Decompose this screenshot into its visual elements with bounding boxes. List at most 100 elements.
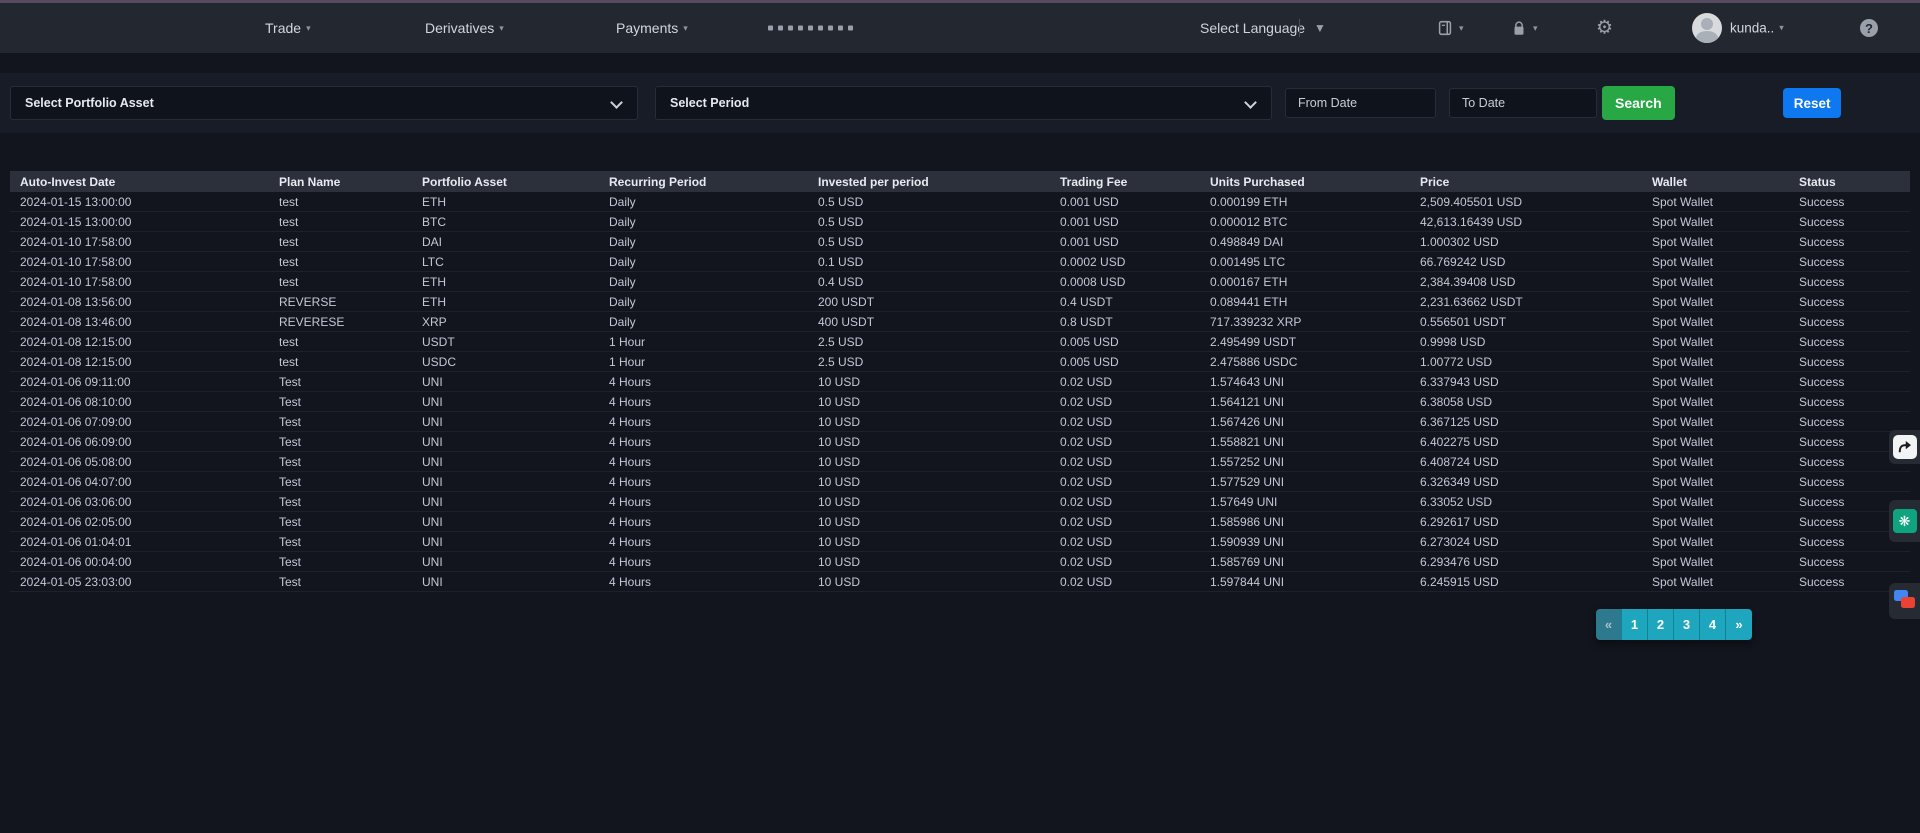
- table-cell: 2024-01-15 13:00:00: [10, 215, 269, 229]
- chatgpt-extension-widget[interactable]: ❋: [1889, 500, 1920, 542]
- table-cell: 6.292617 USD: [1410, 515, 1642, 529]
- apps-grid-icon[interactable]: [768, 26, 853, 31]
- language-selector[interactable]: Select Language: [1200, 20, 1305, 36]
- table-cell: 2024-01-06 03:06:00: [10, 495, 269, 509]
- table-cell: 0.000012 BTC: [1200, 215, 1410, 229]
- orders-book-menu[interactable]: ▾: [1436, 19, 1464, 37]
- table-cell: 0.0008 USD: [1050, 275, 1200, 289]
- portfolio-asset-select[interactable]: Select Portfolio Asset: [10, 86, 638, 120]
- pagination-prev-button[interactable]: «: [1596, 609, 1622, 640]
- pagination-page-4-button[interactable]: 4: [1700, 609, 1726, 640]
- table-cell: 2,231.63662 USDT: [1410, 295, 1642, 309]
- table-cell: Success: [1789, 315, 1910, 329]
- table-cell: 0.02 USD: [1050, 515, 1200, 529]
- period-select[interactable]: Select Period: [655, 86, 1272, 120]
- pagination-page-2-button[interactable]: 2: [1648, 609, 1674, 640]
- table-cell: 2024-01-10 17:58:00: [10, 255, 269, 269]
- table-cell: 10 USD: [808, 435, 1050, 449]
- table-cell: 2024-01-06 04:07:00: [10, 475, 269, 489]
- table-cell: 10 USD: [808, 415, 1050, 429]
- search-button[interactable]: Search: [1602, 86, 1675, 120]
- table-cell: 6.337943 USD: [1410, 375, 1642, 389]
- pagination-next-button[interactable]: »: [1726, 609, 1752, 640]
- help-icon: ?: [1860, 19, 1878, 37]
- table-cell: Spot Wallet: [1642, 335, 1789, 349]
- table-cell: 2.5 USD: [808, 335, 1050, 349]
- table-cell: 1.564121 UNI: [1200, 395, 1410, 409]
- wallet-bag-menu[interactable]: ▾: [1510, 19, 1538, 37]
- to-date-input[interactable]: [1449, 88, 1597, 118]
- settings-control[interactable]: ⚙: [1596, 19, 1613, 38]
- table-cell: 6.38058 USD: [1410, 395, 1642, 409]
- table-row: 2024-01-05 23:03:00TestUNI4 Hours10 USD0…: [10, 572, 1910, 592]
- table-row: 2024-01-06 09:11:00TestUNI4 Hours10 USD0…: [10, 372, 1910, 392]
- table-cell: test: [269, 195, 412, 209]
- reset-button[interactable]: Reset: [1783, 88, 1842, 118]
- column-header: Price: [1410, 175, 1642, 189]
- table-cell: 717.339232 XRP: [1200, 315, 1410, 329]
- table-cell: 10 USD: [808, 575, 1050, 589]
- table-cell: 6.408724 USD: [1410, 455, 1642, 469]
- table-cell: Spot Wallet: [1642, 295, 1789, 309]
- pagination-page-1-button[interactable]: 1: [1622, 609, 1648, 640]
- chat-bubbles-extension-widget[interactable]: [1889, 583, 1920, 619]
- table-cell: UNI: [412, 495, 599, 509]
- table-cell: ETH: [412, 295, 599, 309]
- language-dropdown-trigger[interactable]: ▼: [1314, 21, 1326, 35]
- table-cell: 0.005 USD: [1050, 335, 1200, 349]
- nav-menu-trade[interactable]: Trade ▾: [265, 20, 311, 36]
- table-cell: Daily: [599, 235, 808, 249]
- table-cell: Success: [1789, 555, 1910, 569]
- table-cell: 10 USD: [808, 475, 1050, 489]
- share-icon: [1893, 435, 1917, 459]
- table-cell: 0.5 USD: [808, 215, 1050, 229]
- table-cell: 0.5 USD: [808, 235, 1050, 249]
- table-cell: 0.000167 ETH: [1200, 275, 1410, 289]
- table-cell: Spot Wallet: [1642, 355, 1789, 369]
- table-cell: 1.577529 UNI: [1200, 475, 1410, 489]
- table-cell: 2024-01-10 17:58:00: [10, 235, 269, 249]
- table-cell: 0.4 USDT: [1050, 295, 1200, 309]
- username-label: kunda..: [1730, 21, 1774, 36]
- table-cell: 1 Hour: [599, 335, 808, 349]
- table-cell: 6.367125 USD: [1410, 415, 1642, 429]
- table-cell: 1.00772 USD: [1410, 355, 1642, 369]
- table-cell: Spot Wallet: [1642, 555, 1789, 569]
- pagination-page-3-button[interactable]: 3: [1674, 609, 1700, 640]
- user-menu[interactable]: kunda.. ▾: [1730, 21, 1784, 36]
- column-header: Status: [1789, 175, 1910, 189]
- table-cell: Test: [269, 575, 412, 589]
- table-cell: UNI: [412, 435, 599, 449]
- nav-menu-derivatives[interactable]: Derivatives ▾: [425, 20, 504, 36]
- table-cell: 6.245915 USD: [1410, 575, 1642, 589]
- bag-icon: [1510, 19, 1528, 37]
- table-cell: 0.556501 USDT: [1410, 315, 1642, 329]
- table-cell: 0.02 USD: [1050, 395, 1200, 409]
- table-cell: 2,509.405501 USD: [1410, 195, 1642, 209]
- table-cell: Success: [1789, 195, 1910, 209]
- help-control[interactable]: ?: [1860, 19, 1878, 37]
- table-cell: 4 Hours: [599, 535, 808, 549]
- table-cell: 2024-01-08 12:15:00: [10, 335, 269, 349]
- table-cell: Test: [269, 555, 412, 569]
- nav-menu-payments-label: Payments: [616, 20, 678, 36]
- table-cell: 1.557252 UNI: [1200, 455, 1410, 469]
- book-icon: [1436, 19, 1454, 37]
- table-cell: 4 Hours: [599, 395, 808, 409]
- table-cell: Test: [269, 375, 412, 389]
- table-cell: Success: [1789, 355, 1910, 369]
- table-cell: 2024-01-06 01:04:01: [10, 535, 269, 549]
- pagination-row: « 1 2 3 4 »: [0, 609, 1920, 640]
- chevron-down-icon: [610, 96, 623, 109]
- table-cell: 0.089441 ETH: [1200, 295, 1410, 309]
- table-cell: UNI: [412, 415, 599, 429]
- nav-menu-payments[interactable]: Payments ▾: [616, 20, 688, 36]
- from-date-input[interactable]: [1285, 88, 1436, 118]
- table-row: 2024-01-06 01:04:01TestUNI4 Hours10 USD0…: [10, 532, 1910, 552]
- user-avatar[interactable]: [1692, 13, 1722, 43]
- table-cell: UNI: [412, 555, 599, 569]
- share-extension-widget[interactable]: [1889, 430, 1920, 464]
- table-cell: DAI: [412, 235, 599, 249]
- column-header: Wallet: [1642, 175, 1789, 189]
- table-cell: Success: [1789, 275, 1910, 289]
